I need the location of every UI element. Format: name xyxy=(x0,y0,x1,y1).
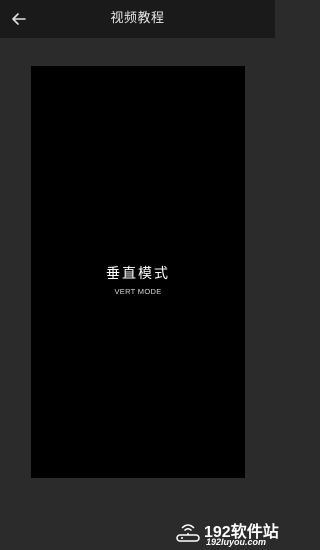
wifi-router-icon xyxy=(176,524,200,542)
top-bar: 视频教程 xyxy=(0,0,275,38)
watermark-url: 192luyou.com xyxy=(206,537,267,547)
mode-subtitle: VERT MODE xyxy=(114,287,162,296)
video-player[interactable]: 垂直模式 VERT MODE xyxy=(31,66,245,478)
page-title: 视频教程 xyxy=(110,11,165,26)
mode-title: 垂直模式 xyxy=(106,266,170,282)
watermark: 192软件站 192luyou.com xyxy=(172,516,279,550)
